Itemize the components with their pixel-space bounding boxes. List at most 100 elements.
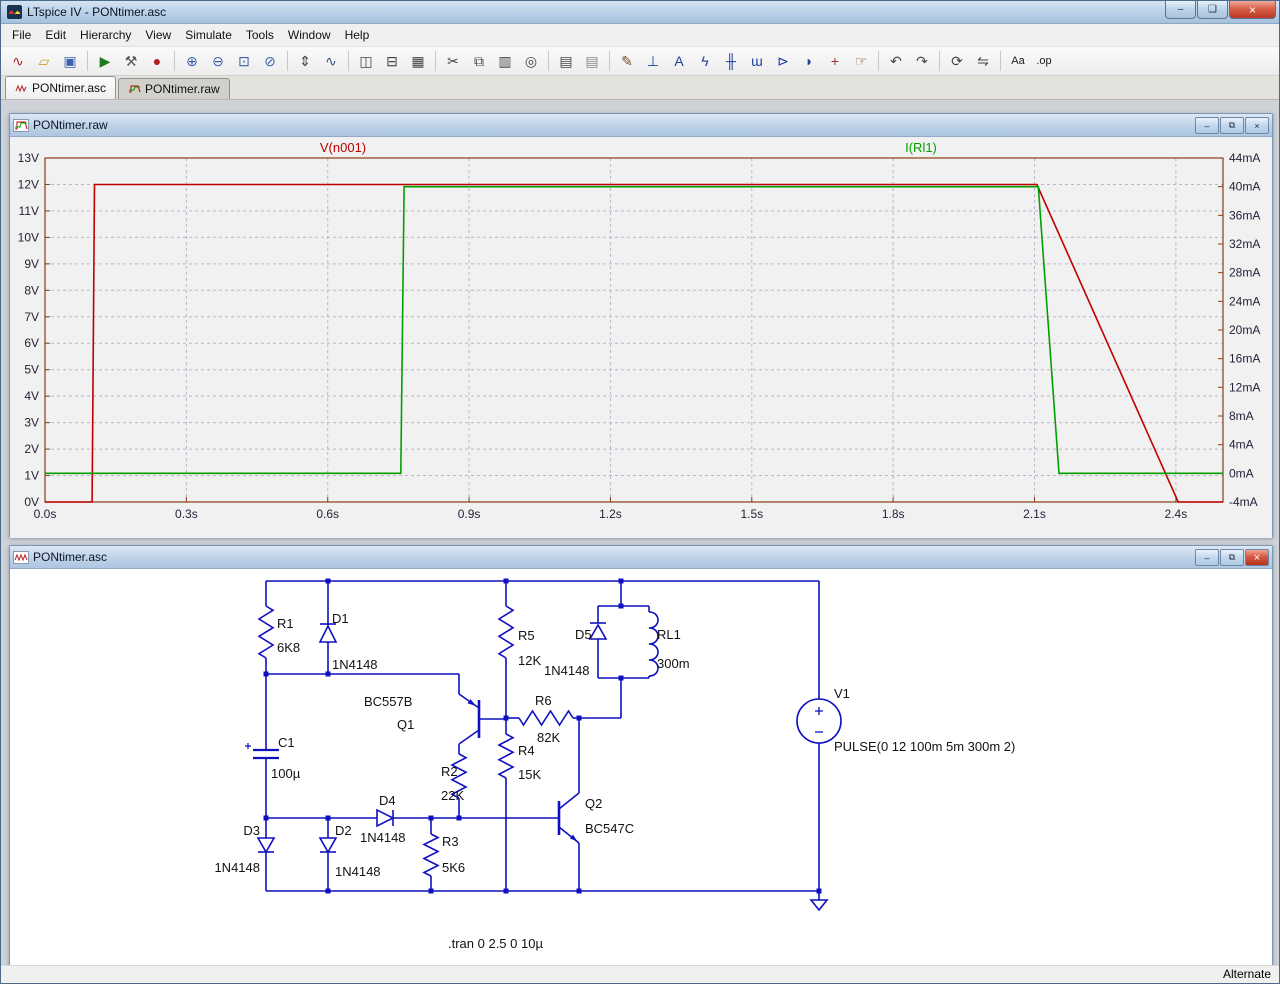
- wave-close-button[interactable]: ×: [1245, 117, 1269, 134]
- open-icon[interactable]: ▱: [31, 49, 57, 74]
- menu-file[interactable]: File: [5, 25, 38, 45]
- diode-icon[interactable]: ⊳: [770, 49, 796, 74]
- capacitor-icon[interactable]: ╫: [718, 49, 744, 74]
- wave-minimize-button[interactable]: –: [1195, 117, 1219, 134]
- new-schematic-icon[interactable]: ∿: [5, 49, 31, 74]
- cascade-windows-icon[interactable]: ▦: [405, 49, 431, 74]
- wire-junction: [325, 578, 331, 584]
- resistor-R5[interactable]: [497, 605, 515, 659]
- drag-icon[interactable]: ☞: [848, 49, 874, 74]
- save-icon[interactable]: ▣: [57, 49, 83, 74]
- wire-icon[interactable]: ✎: [614, 49, 640, 74]
- trace-label-V(n001)[interactable]: V(n001): [320, 140, 366, 155]
- diode-D3[interactable]: [256, 837, 276, 854]
- tile-horizontal-icon[interactable]: ⊟: [379, 49, 405, 74]
- tab-pontimer.raw[interactable]: PONtimer.raw: [118, 78, 230, 99]
- tab-pontimer.asc[interactable]: PONtimer.asc: [5, 76, 117, 99]
- copy-icon[interactable]: ⧉: [466, 49, 492, 74]
- menu-view[interactable]: View: [138, 25, 178, 45]
- rotate-icon[interactable]: ⟳: [944, 49, 970, 74]
- mirror-icon[interactable]: ⇋: [970, 49, 996, 74]
- close-button[interactable]: ×: [1229, 1, 1276, 19]
- resistors[interactable]: [257, 605, 574, 877]
- schematic-restore-button[interactable]: ⧉: [1220, 549, 1244, 566]
- resistor-R1[interactable]: [257, 605, 275, 659]
- y-left-tick-label: 13V: [18, 151, 39, 165]
- cut-icon[interactable]: ✂: [440, 49, 466, 74]
- trace-label-I(Rl1)[interactable]: I(Rl1): [905, 140, 937, 155]
- menu-help[interactable]: Help: [338, 25, 377, 45]
- move-icon[interactable]: +: [822, 49, 848, 74]
- minimize-button[interactable]: –: [1165, 1, 1196, 19]
- schematic-label: 300m: [657, 656, 690, 671]
- print-icon[interactable]: ▤: [553, 49, 579, 74]
- wire-junction: [618, 603, 624, 609]
- redo-icon[interactable]: ↷: [909, 49, 935, 74]
- schematic-canvas[interactable]: R1 6K8 D1 1N4148 C1 100µ BC557B Q1 R5 12K D5 1N4148…: [10, 569, 1272, 965]
- menu-edit[interactable]: Edit: [38, 25, 73, 45]
- voltage-source-V1[interactable]: [796, 698, 842, 744]
- schematic-label: PULSE(0 12 100m 5m 300m 2): [834, 739, 1015, 754]
- menu-window[interactable]: Window: [281, 25, 338, 45]
- resistor-R4[interactable]: [497, 733, 515, 779]
- spice-directive-icon[interactable]: .op: [1031, 49, 1057, 74]
- text-icon[interactable]: Aa: [1005, 49, 1031, 74]
- schematic-close-button[interactable]: ×: [1245, 549, 1269, 566]
- ground-icon[interactable]: ⊥: [640, 49, 666, 74]
- wave-axes: 0.0s 0.3s 0.6s 0.9s 1.2s 1.5s 1.8s 2.1s 2.4s 13V 1…: [18, 151, 1261, 521]
- y-right-tick-label: 4mA: [1229, 438, 1254, 452]
- diode-D1[interactable]: [318, 623, 338, 643]
- inductor-icon[interactable]: ɯ: [744, 49, 770, 74]
- y-right-tick-label: 24mA: [1229, 294, 1260, 308]
- wire-junction: [428, 888, 434, 894]
- diode-D5[interactable]: [588, 622, 608, 640]
- tile-vertical-icon[interactable]: ◫: [353, 49, 379, 74]
- schematic-label: R5: [518, 628, 535, 643]
- zoom-back-icon[interactable]: ⊖: [205, 49, 231, 74]
- transistor-Q1[interactable]: [458, 693, 506, 745]
- run-icon[interactable]: ▶: [92, 49, 118, 74]
- zoom-area-icon[interactable]: ⊕: [179, 49, 205, 74]
- y-left-tick-label: 12V: [18, 177, 39, 191]
- y-left-tick-label: 4V: [24, 389, 39, 403]
- wave-restore-button[interactable]: ⧉: [1220, 117, 1244, 134]
- transistor-Q2[interactable]: [557, 792, 580, 844]
- schematic-minimize-button[interactable]: –: [1195, 549, 1219, 566]
- title-bar[interactable]: LTspice IV - PONtimer.asc – ❑ ×: [1, 1, 1279, 24]
- undo-icon[interactable]: ↶: [883, 49, 909, 74]
- find-icon[interactable]: ◎: [518, 49, 544, 74]
- wire-junction: [618, 578, 624, 584]
- wave-window-titlebar[interactable]: PONtimer.raw – ⧉ ×: [10, 114, 1272, 137]
- capacitor-C1[interactable]: [245, 743, 279, 760]
- menu-simulate[interactable]: Simulate: [178, 25, 239, 45]
- wave-plot-area[interactable]: 0.0s 0.3s 0.6s 0.9s 1.2s 1.5s 1.8s 2.1s 2.4s 13V 1…: [10, 137, 1272, 538]
- resistor-icon[interactable]: ϟ: [692, 49, 718, 74]
- diode-D2[interactable]: [318, 837, 338, 854]
- wire-junction: [503, 888, 509, 894]
- ground-symbol[interactable]: [809, 899, 829, 912]
- y-left-tick-label: 7V: [24, 310, 39, 324]
- diode-D4[interactable]: [376, 808, 395, 828]
- resistor-R3[interactable]: [422, 833, 440, 877]
- print-preview-icon[interactable]: ▤: [579, 49, 605, 74]
- zoom-fit-icon[interactable]: ⊘: [257, 49, 283, 74]
- x-axis-tick-label: 1.2s: [599, 507, 622, 521]
- menu-hierarchy[interactable]: Hierarchy: [73, 25, 138, 45]
- toolbar: ∿ ▱ ▣ ▶ ⚒ ● ⊕ ⊖ ⊡ ⊘ ⇕ ∿ ◫ ⊟ ▦ ✂ ⧉ ▥ ◎ ▤ ▤ ✎ ⊥ Aϟ ╫ ɯ ⊳ ◗ + ☞ ↶ ↷ ⟳ ⇋ Aa .op: [1, 47, 1279, 76]
- plot-settings-icon[interactable]: ∿: [318, 49, 344, 74]
- menu-tools[interactable]: Tools: [239, 25, 281, 45]
- autorange-y-icon[interactable]: ⇕: [292, 49, 318, 74]
- resistor-R6[interactable]: [518, 709, 574, 727]
- paste-icon[interactable]: ▥: [492, 49, 518, 74]
- control-panel-icon[interactable]: ⚒: [118, 49, 144, 74]
- maximize-button[interactable]: ❑: [1197, 1, 1228, 19]
- net-label-icon[interactable]: A: [666, 49, 692, 74]
- halt-icon[interactable]: ●: [144, 49, 170, 74]
- wire-junction: [503, 578, 509, 584]
- wire-junction: [325, 815, 331, 821]
- zoom-extents-icon[interactable]: ⊡: [231, 49, 257, 74]
- wire-junction: [263, 815, 269, 821]
- component-icon[interactable]: ◗: [796, 49, 822, 74]
- schematic-window-titlebar[interactable]: PONtimer.asc – ⧉ ×: [10, 546, 1272, 569]
- y-left-tick-label: 11V: [19, 204, 39, 218]
